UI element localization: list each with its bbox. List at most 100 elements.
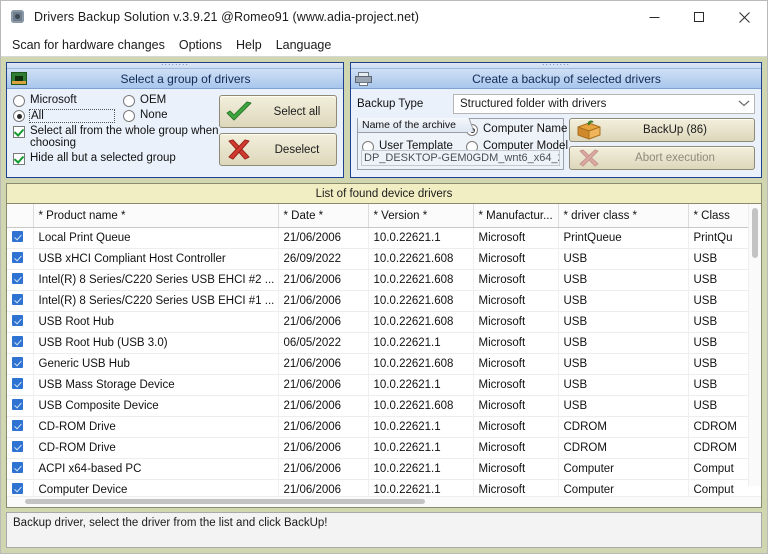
vertical-scrollbar[interactable]: [748, 204, 761, 486]
table-row[interactable]: Intel(R) 8 Series/C220 Series USB EHCI #…: [7, 290, 761, 312]
table-row[interactable]: Generic USB Hub 21/06/2006 10.0.22621.608 M…: [7, 353, 761, 375]
table-row[interactable]: Computer Device 21/06/2006 10.0.22621.1 Mic…: [7, 479, 761, 496]
row-checkbox-cell[interactable]: [7, 479, 34, 496]
column-header-product-name[interactable]: * Product name *: [33, 204, 279, 228]
table-row[interactable]: USB Mass Storage Device 21/06/2006 10.0.22…: [7, 374, 761, 396]
archive-radio-computer-name-row: Computer Name: [466, 123, 567, 136]
cell-version: 10.0.22621.608: [368, 269, 474, 291]
abort-execution-button[interactable]: Abort execution: [569, 146, 755, 170]
radio-computer-name-label: Computer Name: [483, 123, 568, 135]
deselect-button[interactable]: Deselect: [219, 133, 337, 166]
archive-name-legend: Name of the archive: [358, 118, 467, 133]
cell-version: 10.0.22621.1: [368, 458, 474, 480]
cell-driver-class: USB: [558, 290, 689, 312]
cell-product-name: CD-ROM Drive: [33, 437, 279, 459]
cell-version: 10.0.22621.608: [368, 311, 474, 333]
create-backup-panel-title: Create a backup of selected drivers: [472, 71, 661, 86]
cell-driver-class: CDROM: [558, 437, 689, 459]
checkbox-hide-all-but-selected-label: Hide all but a selected group: [30, 152, 176, 164]
row-checkbox-cell[interactable]: [7, 458, 34, 480]
cell-product-name: Computer Device: [33, 479, 279, 496]
application-window: Drivers Backup Solution v.3.9.21 @Romeo9…: [0, 0, 768, 554]
table-row[interactable]: Intel(R) 8 Series/C220 Series USB EHCI #…: [7, 269, 761, 291]
row-checkbox[interactable]: [12, 252, 23, 263]
close-button[interactable]: [722, 1, 767, 33]
row-checkbox[interactable]: [12, 273, 23, 284]
row-checkbox[interactable]: [12, 441, 23, 452]
radio-none[interactable]: None: [123, 109, 233, 123]
archive-name-group: Name of the archive Computer Name User T…: [357, 118, 568, 170]
table-row[interactable]: USB Composite Device 21/06/2006 10.0.22621…: [7, 395, 761, 417]
row-checkbox[interactable]: [12, 231, 23, 242]
title-bar: Drivers Backup Solution v.3.9.21 @Romeo9…: [1, 1, 767, 33]
maximize-button[interactable]: [677, 1, 722, 33]
row-checkbox[interactable]: [12, 357, 23, 368]
row-checkbox-cell[interactable]: [7, 311, 34, 333]
window-controls: [632, 1, 767, 33]
menu-options[interactable]: Options: [172, 36, 229, 54]
row-checkbox[interactable]: [12, 399, 23, 410]
column-header-version[interactable]: * Version *: [368, 204, 474, 228]
backup-type-value: Structured folder with drivers: [460, 98, 607, 110]
minimize-button[interactable]: [632, 1, 677, 33]
checkbox-select-all-group[interactable]: Select all from the whole group when cho…: [13, 125, 223, 149]
cell-version: 10.0.22621.1: [368, 479, 474, 496]
radio-computer-name[interactable]: Computer Name: [466, 123, 567, 136]
archive-name-input[interactable]: DP_DESKTOP-GEM0GDM_wnt6_x64_2022-10-27: [361, 150, 560, 166]
cell-date: 21/06/2006: [278, 290, 369, 312]
row-checkbox[interactable]: [12, 420, 23, 431]
table-header-row: * Product name * * Date * * Version * * …: [7, 204, 761, 228]
row-checkbox[interactable]: [12, 378, 23, 389]
cell-version: 10.0.22621.1: [368, 437, 474, 459]
row-checkbox-cell[interactable]: [7, 332, 34, 354]
backup-type-row: Backup Type Structured folder with drive…: [357, 94, 755, 114]
backup-button-label: BackUp (86): [643, 124, 707, 136]
vertical-scrollbar-thumb[interactable]: [752, 208, 758, 258]
row-checkbox-cell[interactable]: [7, 269, 34, 291]
row-checkbox-cell[interactable]: [7, 437, 34, 459]
radio-microsoft[interactable]: Microsoft: [13, 94, 123, 107]
row-checkbox[interactable]: [12, 483, 23, 494]
table-row[interactable]: USB Root Hub 21/06/2006 10.0.22621.608 Micr…: [7, 311, 761, 333]
cell-date: 21/06/2006: [278, 458, 369, 480]
table-row[interactable]: ACPI x64-based PC 21/06/2006 10.0.22621.1 M…: [7, 458, 761, 480]
column-header-driver-class[interactable]: * driver class *: [558, 204, 689, 228]
row-checkbox[interactable]: [12, 336, 23, 347]
table-row[interactable]: USB Root Hub (USB 3.0) 06/05/2022 10.0.226…: [7, 332, 761, 354]
cell-date: 21/06/2006: [278, 437, 369, 459]
cell-manufacturer: Microsoft: [473, 248, 559, 270]
radio-oem[interactable]: OEM: [123, 94, 233, 107]
select-all-button[interactable]: Select all: [219, 95, 337, 128]
cell-manufacturer: Microsoft: [473, 374, 559, 396]
cell-date: 21/06/2006: [278, 374, 369, 396]
row-checkbox-cell[interactable]: [7, 374, 34, 396]
radio-all[interactable]: All: [13, 109, 123, 123]
column-header-manufacturer[interactable]: * Manufactur...: [473, 204, 559, 228]
cell-date: 21/06/2006: [278, 479, 369, 496]
table-row[interactable]: CD-ROM Drive 21/06/2006 10.0.22621.1 Micros…: [7, 437, 761, 459]
menu-language[interactable]: Language: [269, 36, 339, 54]
row-checkbox-cell[interactable]: [7, 395, 34, 417]
table-row[interactable]: CD-ROM Drive 21/06/2006 10.0.22621.1 Micros…: [7, 416, 761, 438]
row-checkbox-cell[interactable]: [7, 227, 34, 249]
backup-type-select[interactable]: Structured folder with drivers: [453, 94, 755, 114]
row-checkbox-cell[interactable]: [7, 290, 34, 312]
row-checkbox[interactable]: [12, 462, 23, 473]
column-header-date[interactable]: * Date *: [278, 204, 369, 228]
menu-help[interactable]: Help: [229, 36, 269, 54]
backup-button[interactable]: BackUp (86): [569, 118, 755, 142]
radio-none-indicator: [123, 110, 135, 122]
app-gear-icon: [10, 9, 26, 25]
row-checkbox-cell[interactable]: [7, 416, 34, 438]
column-header-checkbox[interactable]: [7, 204, 34, 228]
table-row[interactable]: Local Print Queue 21/06/2006 10.0.22621.1 M…: [7, 227, 761, 249]
row-checkbox[interactable]: [12, 294, 23, 305]
menu-scan-for-hardware-changes[interactable]: Scan for hardware changes: [5, 36, 172, 54]
horizontal-scrollbar[interactable]: [7, 496, 761, 507]
row-checkbox-cell[interactable]: [7, 353, 34, 375]
horizontal-scrollbar-thumb[interactable]: [25, 499, 425, 504]
row-checkbox[interactable]: [12, 315, 23, 326]
table-row[interactable]: USB xHCI Compliant Host Controller 26/09/…: [7, 248, 761, 270]
backup-action-buttons: BackUp (86) Abort execution: [569, 118, 755, 170]
row-checkbox-cell[interactable]: [7, 248, 34, 270]
